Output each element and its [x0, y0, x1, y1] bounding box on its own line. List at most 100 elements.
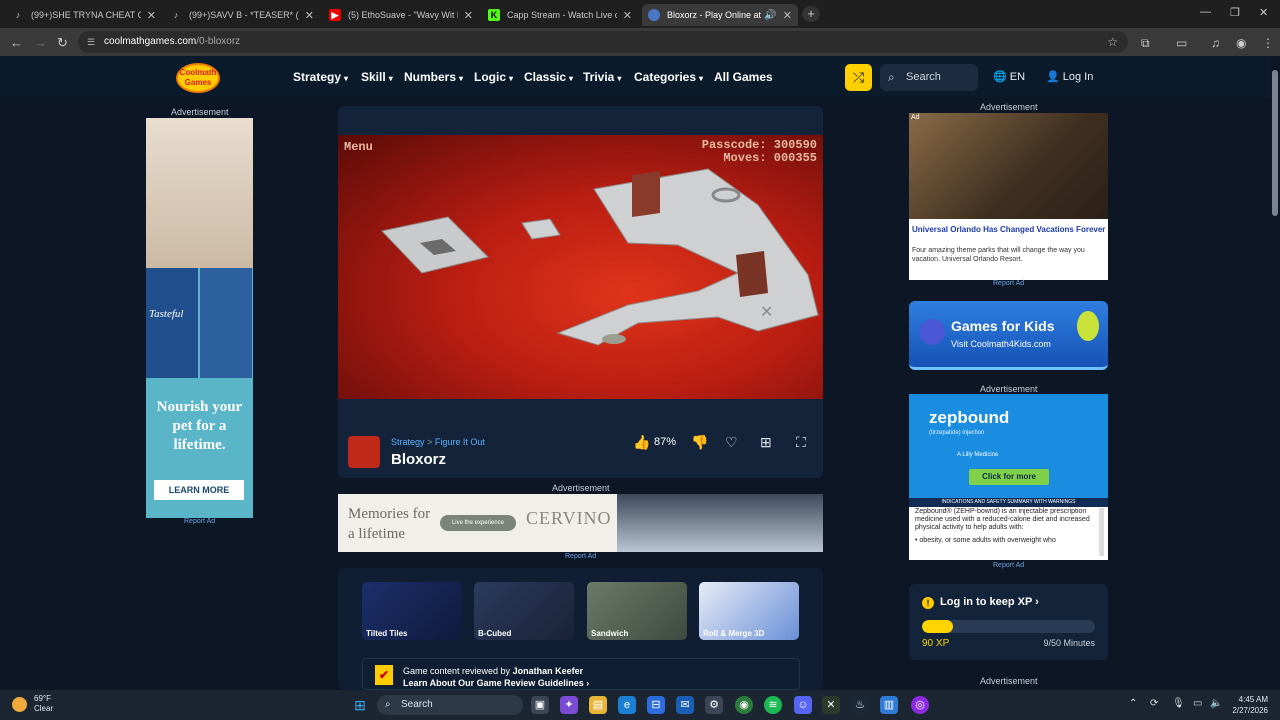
breadcrumb-strategy[interactable]: Strategy [391, 437, 425, 447]
new-tab-button[interactable]: + [802, 6, 820, 22]
right-ad-zepbound[interactable]: zepbound (tirzepatide) injection A Lilly… [909, 394, 1108, 560]
breadcrumb-figure-it-out[interactable]: Figure It Out [435, 437, 485, 447]
game-canvas[interactable]: Menu Passcode: 300590 Moves: 000355 ✕ [338, 135, 823, 399]
copilot-icon[interactable]: ✦ [560, 696, 578, 714]
weather-widget[interactable]: 69°F Clear [34, 694, 53, 714]
nav-classic[interactable]: Classic ▾ [524, 70, 573, 84]
back-icon[interactable]: ← [10, 35, 23, 50]
report-ad-link[interactable]: Report Ad [993, 562, 1024, 569]
nav-all-games[interactable]: All Games [714, 70, 773, 84]
clock[interactable]: 4:45 AM 2/27/2026 [1232, 694, 1268, 716]
close-tab-icon[interactable]: ✕ [305, 9, 314, 22]
file-explorer-icon[interactable]: ▤ [589, 696, 607, 714]
random-game-button[interactable]: ⤮ [845, 64, 872, 91]
scrollbar-thumb[interactable] [1272, 70, 1278, 216]
xp-panel[interactable]: ! Log in to keep XP › 90 XP 9/50 Minutes [909, 584, 1108, 660]
chrome-icon[interactable]: ◉ [735, 696, 753, 714]
maximize-icon[interactable]: ❐ [1230, 6, 1240, 19]
language-selector[interactable]: 🌐 EN [993, 70, 1025, 83]
nav-skill[interactable]: Skill ▾ [361, 70, 393, 84]
report-ad-link[interactable]: Report Ad [565, 553, 596, 560]
tray-chevron-icon[interactable]: ⌃ [1129, 698, 1137, 709]
url-domain: coolmathgames.com [104, 36, 197, 47]
close-window-icon[interactable]: ✕ [1259, 6, 1268, 19]
spotify-icon[interactable]: ≋ [764, 696, 782, 714]
reviewer-name[interactable]: Jonathan Keefer [513, 666, 584, 676]
nav-trivia[interactable]: Trivia ▾ [583, 70, 621, 84]
settings-icon[interactable]: ⚙ [705, 696, 723, 714]
minimize-icon[interactable]: — [1200, 6, 1211, 18]
zep-scrollbar[interactable] [1099, 508, 1104, 556]
extensions-icon[interactable]: ⧉ [1141, 36, 1150, 51]
add-to-playlist-icon[interactable]: ⊞ [760, 434, 772, 451]
report-ad-link[interactable]: Report Ad [993, 280, 1024, 287]
nav-label: Trivia [583, 70, 615, 84]
display-icon[interactable]: ▭ [1193, 698, 1202, 709]
nav-logic[interactable]: Logic ▾ [474, 70, 513, 84]
login-button[interactable]: 👤 Log In [1046, 70, 1093, 83]
browser-tab[interactable]: ▶ (5) EthoSuave - "Wavy Wit Nun ✕ [323, 4, 479, 26]
reload-icon[interactable]: ↻ [57, 35, 68, 51]
store-icon[interactable]: ⊟ [647, 696, 665, 714]
page-scrollbar[interactable] [1270, 56, 1280, 690]
tray-sync-icon[interactable]: ⟳ [1150, 698, 1158, 709]
forward-icon[interactable]: → [34, 35, 47, 50]
split-view-icon[interactable]: ▭ [1176, 36, 1187, 50]
ad-label: Advertisement [980, 676, 1038, 686]
site-search-input[interactable]: ⌕ Search [880, 64, 978, 91]
nav-numbers[interactable]: Numbers ▾ [404, 70, 463, 84]
xp-title-text: Log in to keep XP [940, 596, 1033, 608]
discord-icon[interactable]: ☺ [794, 696, 812, 714]
related-game-card[interactable]: Roll & Merge 3D [699, 582, 799, 640]
click-for-more-button[interactable]: Click for more [969, 469, 1049, 485]
left-ad-banner[interactable]: Tasteful Nourish your pet for a lifetime… [146, 118, 253, 518]
task-view-icon[interactable]: ▣ [531, 696, 549, 714]
mic-icon[interactable]: 🎙 [1172, 698, 1185, 709]
games-for-kids-banner[interactable]: Games for Kids Visit Coolmath4Kids.com [909, 301, 1108, 370]
review-guidelines-link[interactable]: Learn About Our Game Review Guidelines › [403, 678, 589, 688]
obs-icon[interactable]: ◎ [911, 696, 929, 714]
thumbs-up-icon[interactable]: 👍 [633, 434, 650, 451]
bookmark-star-icon[interactable]: ☆ [1107, 31, 1118, 53]
favorite-heart-icon[interactable]: ♡ [725, 434, 738, 451]
speaker-icon[interactable]: 🔊 [764, 10, 776, 21]
browser-tab[interactable]: ♪ (99+)SHE TRYNA CHEAT ON B! ✕ [6, 4, 162, 26]
browser-tab-active[interactable]: Bloxorz - Play Online at Cc 🔊 ✕ [642, 4, 798, 26]
nav-categories[interactable]: Categories ▾ [634, 70, 703, 84]
close-tab-icon[interactable]: ✕ [623, 9, 632, 22]
taskbar-search[interactable]: ⌕ Search [377, 695, 523, 715]
learn-more-button[interactable]: LEARN MORE [154, 480, 244, 500]
close-tab-icon[interactable]: ✕ [464, 9, 473, 22]
report-ad-link[interactable]: Report Ad [184, 518, 215, 525]
related-game-card[interactable]: Sandwich [587, 582, 687, 640]
volume-icon[interactable]: 🔈 [1210, 698, 1222, 709]
fullscreen-icon[interactable]: ⛶ [796, 434, 806, 451]
close-tab-icon[interactable]: ✕ [783, 9, 792, 22]
guidelines-label: Learn About Our Game Review Guidelines [403, 678, 584, 688]
steam-icon[interactable]: ♨ [851, 696, 869, 714]
outlook-icon[interactable]: ✉ [676, 696, 694, 714]
profile-icon[interactable]: ◉ [1236, 36, 1246, 50]
windows-start-icon[interactable]: ⊞ [351, 696, 369, 714]
url-bar[interactable]: ☰ coolmathgames.com/0-bloxorz ☆ [78, 31, 1128, 53]
browser-tab[interactable]: K Capp Stream - Watch Live on K ✕ [482, 4, 638, 26]
coolmath-logo[interactable]: Coolmath Games [176, 63, 220, 93]
thumbs-down-icon[interactable]: 👎 [691, 434, 708, 451]
site-info-icon[interactable]: ☰ [87, 31, 95, 53]
zep-bullet: • obesity, or some adults with overweigh… [915, 537, 1056, 544]
edge-icon[interactable]: e [618, 696, 636, 714]
bottom-ad-banner[interactable]: Memories for a lifetime Live the experie… [338, 494, 823, 552]
right-ad-universal[interactable]: Ad Universal Orlando Has Changed Vacatio… [909, 113, 1108, 280]
browser-menu-icon[interactable]: ⋮ [1262, 36, 1274, 50]
related-game-card[interactable]: B-Cubed [474, 582, 574, 640]
media-controls-icon[interactable]: ♫ [1211, 36, 1220, 50]
xp-title[interactable]: Log in to keep XP › [940, 596, 1039, 608]
related-game-card[interactable]: Tilted Tiles [362, 582, 462, 640]
notepad-icon[interactable]: ▥ [880, 696, 898, 714]
nav-strategy[interactable]: Strategy ▾ [293, 70, 348, 84]
close-tab-icon[interactable]: ✕ [147, 9, 156, 22]
ad-cta-pill[interactable]: Live the experience [440, 515, 516, 531]
browser-tab[interactable]: ♪ (99+)SAVV B - *TEASER* (Offici ✕ [164, 4, 320, 26]
review-notice[interactable]: ✔ Game content reviewed by Jonathan Keef… [362, 658, 800, 690]
xbox-icon[interactable]: ✕ [822, 696, 840, 714]
